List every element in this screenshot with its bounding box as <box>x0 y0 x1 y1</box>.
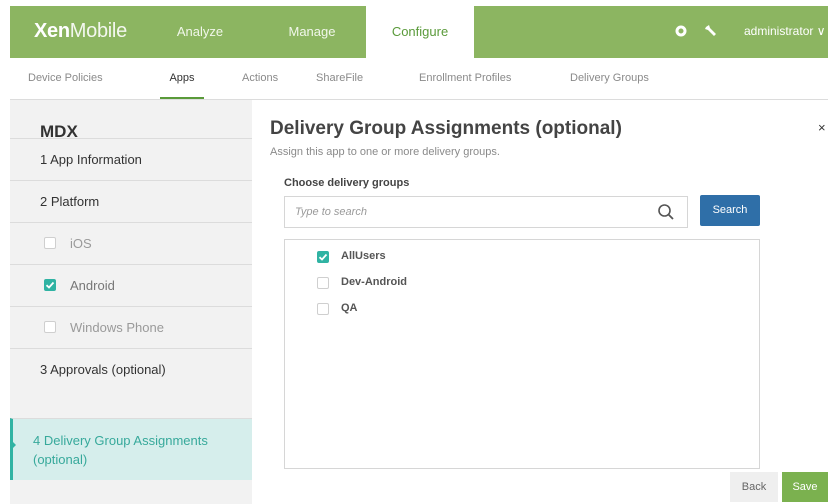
checkmark-icon <box>45 281 55 289</box>
choose-delivery-groups-label: Choose delivery groups <box>284 177 410 189</box>
configure-subnav: Device Policies Apps Actions ShareFile E… <box>10 58 828 100</box>
sidebar-item-label: 4 Delivery Group Assignments (optional) <box>33 433 208 467</box>
sidebar-item-approvals[interactable]: 3 Approvals (optional) <box>10 348 252 390</box>
search-icon[interactable] <box>657 203 675 226</box>
gear-icon[interactable] <box>674 24 688 38</box>
group-label: QA <box>341 302 358 314</box>
group-label: Dev-Android <box>341 276 407 288</box>
nav-tab-analyze[interactable]: Analyze <box>160 6 240 58</box>
page-title: Delivery Group Assignments (optional) <box>270 118 622 139</box>
subtab-device-policies[interactable]: Device Policies <box>28 58 103 99</box>
group-label: AllUsers <box>341 250 386 262</box>
sidebar-item-label: iOS <box>70 236 92 251</box>
sidebar-item-ios[interactable]: iOS <box>10 222 252 264</box>
delivery-group-list: AllUsers Dev-Android QA <box>284 239 760 469</box>
wrench-icon[interactable] <box>704 24 718 38</box>
sidebar-item-label: Android <box>70 278 115 293</box>
sidebar-item-label: 2 Platform <box>40 194 100 209</box>
subtab-apps[interactable]: Apps <box>160 58 204 99</box>
dev-android-checkbox[interactable] <box>317 277 329 289</box>
close-icon[interactable]: × <box>818 120 826 135</box>
sidebar-item-app-information[interactable]: 1 App Information <box>10 138 252 180</box>
search-field <box>284 196 688 228</box>
save-button[interactable]: Save <box>782 472 828 502</box>
sidebar-item-delivery-group-assignments[interactable]: 4 Delivery Group Assignments (optional) <box>10 418 252 480</box>
allusers-checkbox[interactable] <box>317 251 329 263</box>
windows-phone-checkbox[interactable] <box>44 321 56 333</box>
qa-checkbox[interactable] <box>317 303 329 315</box>
user-menu[interactable]: administrator ∨ <box>744 24 825 38</box>
sidebar-item-android[interactable]: Android <box>10 264 252 306</box>
sidebar-item-label: 1 App Information <box>40 152 142 167</box>
nav-tab-manage[interactable]: Manage <box>272 6 352 58</box>
checkmark-icon <box>318 253 328 261</box>
ios-checkbox[interactable] <box>44 237 56 249</box>
subtab-sharefile[interactable]: ShareFile <box>316 58 363 99</box>
sidebar-item-label: Windows Phone <box>70 320 164 335</box>
wizard-sidebar: MDX 1 App Information 2 Platform iOS And… <box>10 100 252 504</box>
search-button[interactable]: Search <box>700 195 760 226</box>
xenmobile-logo[interactable]: XenMobile <box>34 20 127 43</box>
back-button[interactable]: Back <box>730 472 778 502</box>
subtab-enrollment-profiles[interactable]: Enrollment Profiles <box>419 58 511 99</box>
android-checkbox[interactable] <box>44 279 56 291</box>
search-input[interactable] <box>295 204 635 220</box>
sidebar-item-platform[interactable]: 2 Platform <box>10 180 252 222</box>
nav-tab-configure[interactable]: Configure <box>366 6 474 59</box>
active-indicator-icon <box>10 439 16 451</box>
sidebar-item-label: 3 Approvals (optional) <box>40 362 166 377</box>
page-subtitle: Assign this app to one or more delivery … <box>270 146 500 158</box>
sidebar-item-windows-phone[interactable]: Windows Phone <box>10 306 252 348</box>
subtab-delivery-groups[interactable]: Delivery Groups <box>570 58 649 99</box>
subtab-actions[interactable]: Actions <box>242 58 278 99</box>
top-navigation-bar: XenMobile Analyze Manage Configure admin… <box>10 6 828 59</box>
